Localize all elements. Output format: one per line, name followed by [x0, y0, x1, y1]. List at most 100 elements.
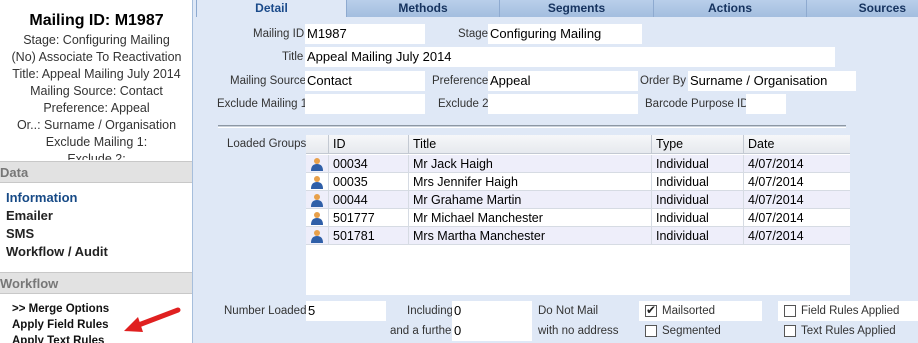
cell-date: 4/07/2014 [743, 191, 850, 209]
cell-title: Mr Jack Haigh [408, 155, 651, 173]
table-row[interactable]: 00044 Mr Grahame Martin Individual 4/07/201… [306, 191, 850, 209]
grid-header-id[interactable]: ID [328, 135, 408, 154]
stage-label: Stage [458, 28, 489, 40]
summary-line: Exclude 2: [67, 152, 126, 160]
nav-item-apply-text-rules[interactable]: Apply Text Rules [12, 333, 109, 343]
grid-header-type[interactable]: Type [651, 135, 743, 154]
table-row[interactable]: 501777 Mr Michael Manchester Individual 4/0… [306, 209, 850, 227]
exclude-mailing-1-field[interactable] [305, 94, 425, 114]
cell-id: 501777 [328, 209, 408, 227]
cell-type: Individual [651, 173, 743, 191]
summary-line: Preference: Appeal [43, 101, 150, 115]
exclude-2-field[interactable] [488, 94, 638, 114]
summary-line: Mailing Source: Contact [30, 84, 163, 98]
including-label: Including [407, 305, 454, 317]
text-rules-applied-label: Text Rules Applied [801, 325, 896, 337]
data-section-label: Data [0, 165, 29, 180]
grid-header-date[interactable]: Date [743, 135, 850, 154]
table-row[interactable]: 501781 Mrs Martha Manchester Individual 4/0… [306, 227, 850, 245]
number-loaded-field[interactable]: 5 [306, 301, 386, 321]
red-arrow-icon [124, 307, 181, 332]
including-field[interactable]: 0 [452, 301, 532, 321]
person-icon [311, 194, 323, 207]
cell-date: 4/07/2014 [743, 155, 850, 173]
grid-header-title[interactable]: Title [408, 135, 651, 154]
segmented-checkbox[interactable] [645, 325, 657, 337]
number-loaded-label: Number Loaded [224, 305, 307, 317]
with-no-address-label: with no address [538, 325, 619, 337]
tab-segments[interactable]: Segments [499, 0, 653, 17]
text-rules-applied-checkbox[interactable] [784, 325, 796, 337]
divider [218, 125, 846, 128]
cell-title: Mr Grahame Martin [408, 191, 651, 209]
title-label: Title [282, 51, 304, 63]
preference-label: Preference [432, 75, 489, 87]
person-icon [311, 158, 323, 171]
sidebar-title: Mailing ID: M1987 [29, 12, 164, 29]
tab-actions[interactable]: Actions [653, 0, 806, 17]
loaded-groups-label: Loaded Groups [227, 138, 307, 150]
preference-field[interactable]: Appeal [488, 71, 638, 91]
workflow-section-header[interactable]: Workflow [0, 272, 192, 294]
barcode-purpose-field[interactable] [746, 94, 786, 114]
nav-item-workflow-audit[interactable]: Workflow / Audit [6, 243, 108, 261]
mailing-id-field[interactable]: M1987 [305, 24, 425, 44]
table-row[interactable]: 00034 Mr Jack Haigh Individual 4/07/2014 [306, 155, 850, 173]
exclude-2-label: Exclude 2 [438, 98, 489, 110]
person-icon [311, 230, 323, 243]
nav-item-information[interactable]: Information [6, 189, 108, 207]
cell-title: Mr Michael Manchester [408, 209, 651, 227]
field-rules-applied-label: Field Rules Applied [801, 305, 900, 317]
cell-id: 501781 [328, 227, 408, 245]
tab-sources[interactable]: Sources [806, 0, 918, 17]
mailing-id-label: Mailing ID [253, 28, 305, 40]
person-icon [311, 176, 323, 189]
cell-id: 00034 [328, 155, 408, 173]
segmented-label: Segmented [662, 325, 721, 337]
nav-item-apply-field-rules[interactable]: Apply Field Rules [12, 317, 109, 333]
summary-line: Or..: Surname / Organisation [16, 118, 177, 132]
exclude-mailing-1-label: Exclude Mailing 1 [217, 98, 308, 110]
summary-line: Title: Appeal Mailing July 2014 [12, 67, 181, 81]
table-row[interactable]: 00035 Mrs Jennifer Haigh Individual 4/07/20… [306, 173, 850, 191]
barcode-purpose-label: Barcode Purpose ID [645, 98, 749, 110]
order-by-field[interactable]: Surname / Organisation [688, 71, 856, 91]
cell-title: Mrs Jennifer Haigh [408, 173, 651, 191]
stage-field[interactable]: Configuring Mailing [488, 24, 642, 44]
summary-line: (No) Associate To Reactivation [11, 50, 182, 64]
data-section-header[interactable]: Data [0, 161, 192, 183]
and-a-further-field[interactable]: 0 [452, 321, 532, 341]
mailing-source-label: Mailing Source [230, 75, 307, 87]
and-a-further-label: and a further [390, 325, 456, 337]
summary-line: Exclude Mailing 1: [45, 135, 148, 149]
tab-detail[interactable]: Detail [196, 0, 346, 17]
cell-type: Individual [651, 227, 743, 245]
cell-title: Mrs Martha Manchester [408, 227, 651, 245]
order-by-label: Order By [640, 75, 687, 87]
person-icon [311, 212, 323, 225]
loaded-groups-grid[interactable]: ID Title Type Date 00034 Mr Jack Haigh Ind… [306, 135, 850, 295]
nav-item-emailer[interactable]: Emailer [6, 207, 108, 225]
nav-item-sms[interactable]: SMS [6, 225, 108, 243]
title-field[interactable]: Appeal Mailing July 2014 [305, 47, 835, 67]
do-not-mail-label: Do Not Mail [538, 305, 599, 317]
grid-header: ID Title Type Date [306, 135, 850, 154]
data-nav-list: Information Emailer SMS Workflow / Audit [6, 189, 108, 261]
mailsorted-checkbox[interactable] [645, 303, 657, 317]
field-rules-applied-checkbox[interactable] [784, 305, 796, 317]
cell-date: 4/07/2014 [743, 209, 850, 227]
cell-date: 4/07/2014 [743, 173, 850, 191]
nav-item-merge-options[interactable]: >> Merge Options [12, 301, 109, 317]
tab-methods[interactable]: Methods [346, 0, 499, 17]
sidebar: Mailing ID: M1987 Stage: Configuring Mai… [0, 0, 193, 343]
summary-line: Stage: Configuring Mailing [23, 33, 170, 47]
cell-type: Individual [651, 155, 743, 173]
mailsorted-label: Mailsorted [662, 305, 716, 317]
workflow-section-label: Workflow [0, 276, 59, 291]
cell-id: 00035 [328, 173, 408, 191]
grid-header-icon-col [306, 135, 328, 154]
main-panel: Detail Methods Segments Actions Sources … [196, 0, 918, 343]
mailing-source-field[interactable]: Contact [305, 71, 425, 91]
cell-date: 4/07/2014 [743, 227, 850, 245]
cell-id: 00044 [328, 191, 408, 209]
